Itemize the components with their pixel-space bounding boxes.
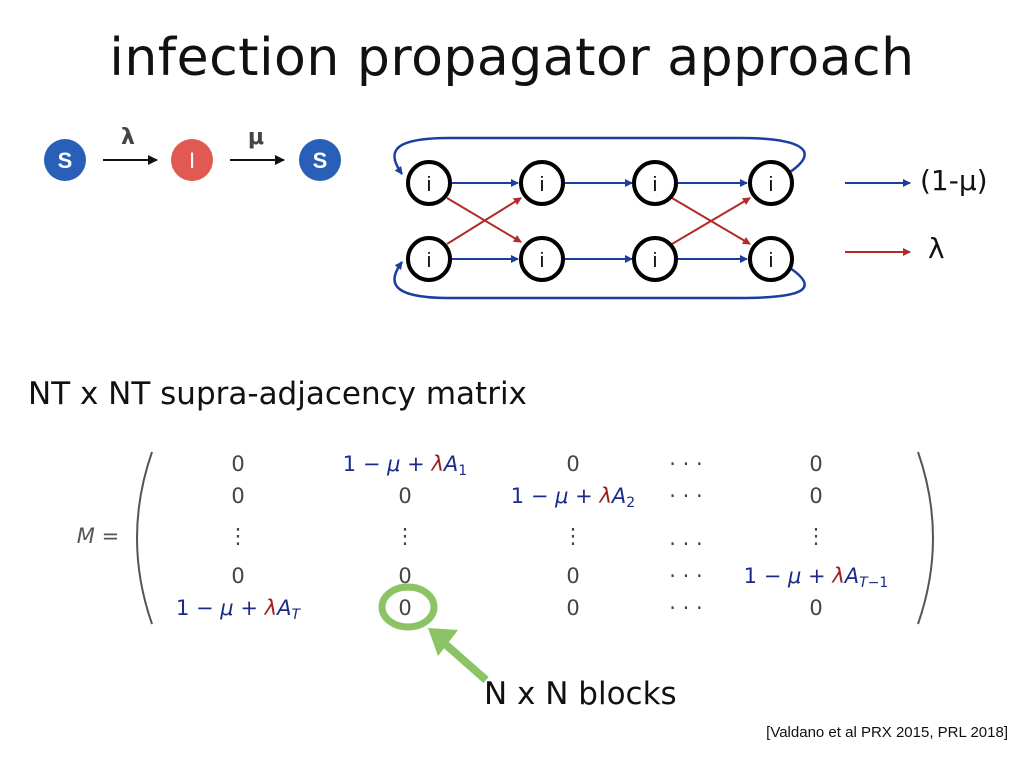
matrix-cell: · · · bbox=[669, 596, 703, 620]
matrix-cell: 0 bbox=[398, 564, 412, 588]
matrix-cell-highlighted: 0 bbox=[398, 596, 412, 620]
matrix-cell: ⋮ bbox=[562, 524, 584, 548]
matrix-cell: 0 bbox=[566, 564, 580, 588]
supra-adjacency-matrix: M = 0 1 − μ + λA1 0 · · · 0 0 0 1 − μ + … bbox=[0, 0, 1024, 768]
matrix-cell: 1 − μ + λAT−1 bbox=[743, 564, 889, 591]
matrix-cell: · · · bbox=[669, 564, 703, 588]
matrix-cell: 0 bbox=[566, 596, 580, 620]
matrix-cell: ⋮ bbox=[394, 524, 416, 548]
matrix-cell: · · · bbox=[669, 484, 703, 508]
matrix-cell: 0 bbox=[809, 484, 823, 508]
matrix-cell: ⋮ bbox=[227, 524, 249, 548]
matrix-cell: · · · bbox=[669, 452, 703, 476]
matrix-cell: 0 bbox=[566, 452, 580, 476]
matrix-cell: 1 − μ + λA1 bbox=[342, 452, 468, 479]
matrix-cell: 0 bbox=[231, 564, 245, 588]
matrix-cell: 0 bbox=[809, 596, 823, 620]
matrix-cell: 0 bbox=[398, 484, 412, 508]
reference-citation: [Valdano et al PRX 2015, PRL 2018] bbox=[766, 724, 1008, 741]
matrix-cell: 0 bbox=[809, 452, 823, 476]
matrix-cell: ⋮ bbox=[805, 524, 827, 548]
matrix-cell: 1 − μ + λAT bbox=[175, 596, 301, 623]
matrix-cell: · · · bbox=[669, 532, 703, 556]
matrix-lhs: M = bbox=[76, 524, 120, 548]
matrix-cell: 0 bbox=[231, 452, 245, 476]
blocks-label: N x N blocks bbox=[484, 676, 677, 712]
matrix-cell: 0 bbox=[231, 484, 245, 508]
matrix-cell: 1 − μ + λA2 bbox=[510, 484, 636, 511]
